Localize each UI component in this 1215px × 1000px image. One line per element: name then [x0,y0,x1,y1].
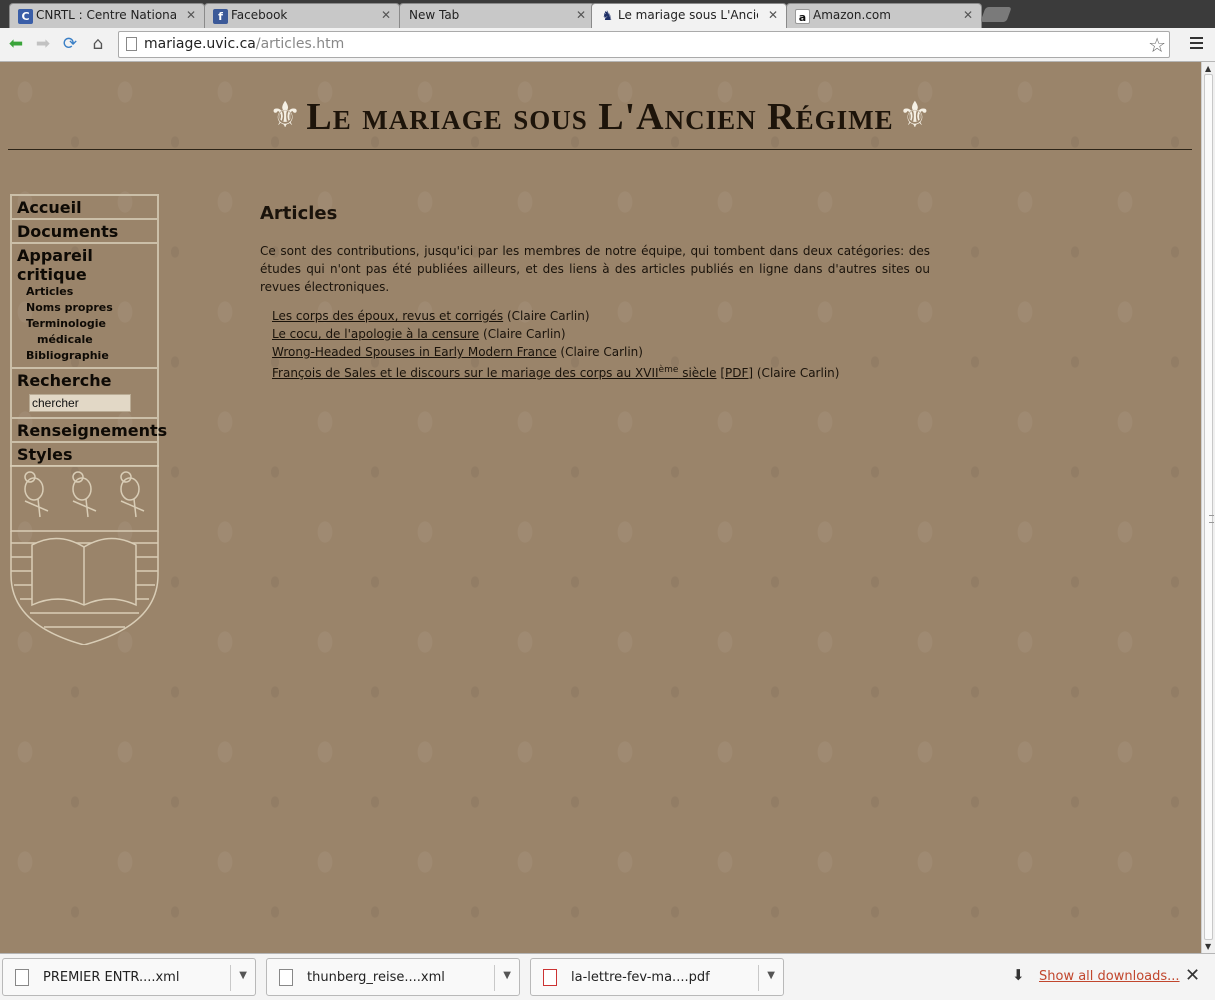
sidebar-group-appareil-critique: Appareil critique Articles Noms propres … [12,244,157,369]
list-item: Les corps des époux, revus et corrigés (… [272,307,930,325]
article-link[interactable]: Le cocu, de l'apologie à la censure [272,327,479,341]
site-title: Le mariage sous L'Ancien Régime [306,96,894,138]
tab-amazon[interactable]: a Amazon.com ✕ [786,3,982,28]
sidebar-item-recherche: Recherche [17,371,112,390]
url-text: mariage.uvic.ca/articles.htm [144,36,344,52]
list-item: François de Sales et le discours sur le … [272,361,930,382]
site-header: ⚜ Le mariage sous L'Ancien Régime ⚜ [8,95,1192,150]
superscript: ème [658,365,679,375]
tab-mariage[interactable]: ♞ Le mariage sous L'Ancien Régime ✕ [591,3,787,28]
close-icon[interactable]: ✕ [1185,965,1200,986]
bookmark-star-icon[interactable]: ☆ [1148,33,1166,57]
page-viewport: ⚜ Le mariage sous L'Ancien Régime ⚜ Accu… [0,62,1201,953]
sidebar-group-recherche: Recherche [12,369,157,419]
file-icon [15,969,29,986]
intro-paragraph: Ce sont des contributions, jusqu'ici par… [260,244,930,294]
download-item[interactable]: la-lettre-fev-ma....pdf ▼ [530,958,784,996]
download-filename: thunberg_reise....xml [307,970,445,985]
article-link-start: François de Sales et le discours sur le … [272,366,659,380]
sidebar-item-styles[interactable]: Styles [12,443,157,467]
sidebar-subitem-terminologie[interactable]: Terminologie [26,316,157,332]
reload-icon[interactable]: ⟳ [60,34,80,54]
tab-title: Le mariage sous L'Ancien Régime [618,8,758,22]
cnrtl-icon: C [18,9,33,24]
downloads-bar: PREMIER ENTR....xml ▼ thunberg_reise....… [0,953,1215,1000]
list-item: Le cocu, de l'apologie à la censure (Cla… [272,325,930,343]
article-link[interactable]: Wrong-Headed Spouses in Early Modern Fra… [272,345,557,359]
sidebar-item-renseignements[interactable]: Renseignements [12,419,167,443]
download-item[interactable]: thunberg_reise....xml ▼ [266,958,520,996]
download-item[interactable]: PREMIER ENTR....xml ▼ [2,958,256,996]
close-icon[interactable]: ✕ [381,8,391,22]
article-author: (Claire Carlin) [556,345,643,359]
sidebar-item-appareil-critique[interactable]: Appareil critique [17,246,157,284]
close-icon[interactable]: ✕ [768,8,778,22]
address-bar[interactable]: mariage.uvic.ca/articles.htm ☆ [118,31,1170,58]
tab-title: CNRTL : Centre National de [36,8,176,22]
tab-cnrtl[interactable]: C CNRTL : Centre National de ✕ [9,3,205,28]
facebook-icon: f [213,9,228,24]
new-tab-button[interactable] [980,7,1012,22]
scroll-down-icon[interactable]: ▼ [1205,942,1211,951]
download-filename: PREMIER ENTR....xml [43,970,180,985]
forward-arrow-icon[interactable]: ➡ [33,34,53,54]
chevron-down-icon[interactable]: ▼ [239,970,247,981]
scrollbar-thumb[interactable] [1204,74,1214,940]
pdf-icon [543,969,557,986]
article-link[interactable]: Les corps des époux, revus et corrigés [272,309,503,323]
menu-icon[interactable] [1190,37,1203,52]
show-all-downloads-link[interactable]: Show all downloads... [1039,969,1180,984]
article-author: (Claire Carlin) [479,327,566,341]
article-author: (Claire Carlin) [753,366,840,380]
scroll-up-icon[interactable]: ▲ [1205,64,1211,73]
sidebar-subitem-articles[interactable]: Articles [26,284,157,300]
page-icon [126,37,137,51]
tab-strip: C CNRTL : Centre National de ✕ f Faceboo… [0,0,1215,28]
fleur-de-lis-icon: ⚜ [269,95,302,136]
home-icon[interactable]: ⌂ [88,34,108,54]
file-icon [279,969,293,986]
sidebar-subitem-bibliographie[interactable]: Bibliographie [26,348,157,364]
vertical-scrollbar[interactable]: ▲ ▼ [1201,62,1215,953]
amazon-icon: a [795,9,810,24]
article-list: Les corps des époux, revus et corrigés (… [272,307,930,382]
chevron-down-icon[interactable]: ▼ [503,970,511,981]
browser-toolbar: ⬅ ➡ ⟳ ⌂ mariage.uvic.ca/articles.htm ☆ [0,28,1215,62]
sidebar-subitem-noms-propres[interactable]: Noms propres [26,300,157,316]
download-arrow-icon: ⬇ [1012,966,1025,984]
article-author: (Claire Carlin) [503,309,590,323]
fleur-de-lis-icon: ⚜ [898,95,931,136]
close-icon[interactable]: ✕ [963,8,973,22]
sidebar-subitem-medicale[interactable]: médicale [37,332,157,348]
close-icon[interactable]: ✕ [186,8,196,22]
sidebar-item-documents[interactable]: Documents [12,220,157,244]
list-item: Wrong-Headed Spouses in Early Modern Fra… [272,343,930,361]
article-link[interactable]: François de Sales et le discours sur le … [272,365,717,380]
back-arrow-icon[interactable]: ⬅ [6,34,26,54]
tab-new-tab[interactable]: New Tab ✕ [399,3,595,28]
pdf-link[interactable]: [PDF] [720,366,753,380]
close-icon[interactable]: ✕ [576,8,586,22]
article-link-end: siècle [678,366,717,380]
download-filename: la-lettre-fev-ma....pdf [571,970,710,985]
tab-facebook[interactable]: f Facebook ✕ [204,3,400,28]
site-icon: ♞ [601,9,614,24]
sidebar-item-accueil[interactable]: Accueil [12,196,157,220]
search-input[interactable] [29,394,131,412]
main-content: Articles Ce sont des contributions, jusq… [260,203,930,382]
url-path: /articles.htm [255,36,345,52]
sidebar-nav: Accueil Documents Appareil critique Arti… [10,194,167,649]
page-title: Articles [260,203,338,224]
chevron-down-icon[interactable]: ▼ [767,970,775,981]
tab-title: Amazon.com [813,8,891,22]
tab-title: New Tab [409,8,460,22]
url-domain: mariage.uvic.ca [144,36,256,52]
tab-title: Facebook [231,8,288,22]
university-crest-icon [10,464,159,646]
